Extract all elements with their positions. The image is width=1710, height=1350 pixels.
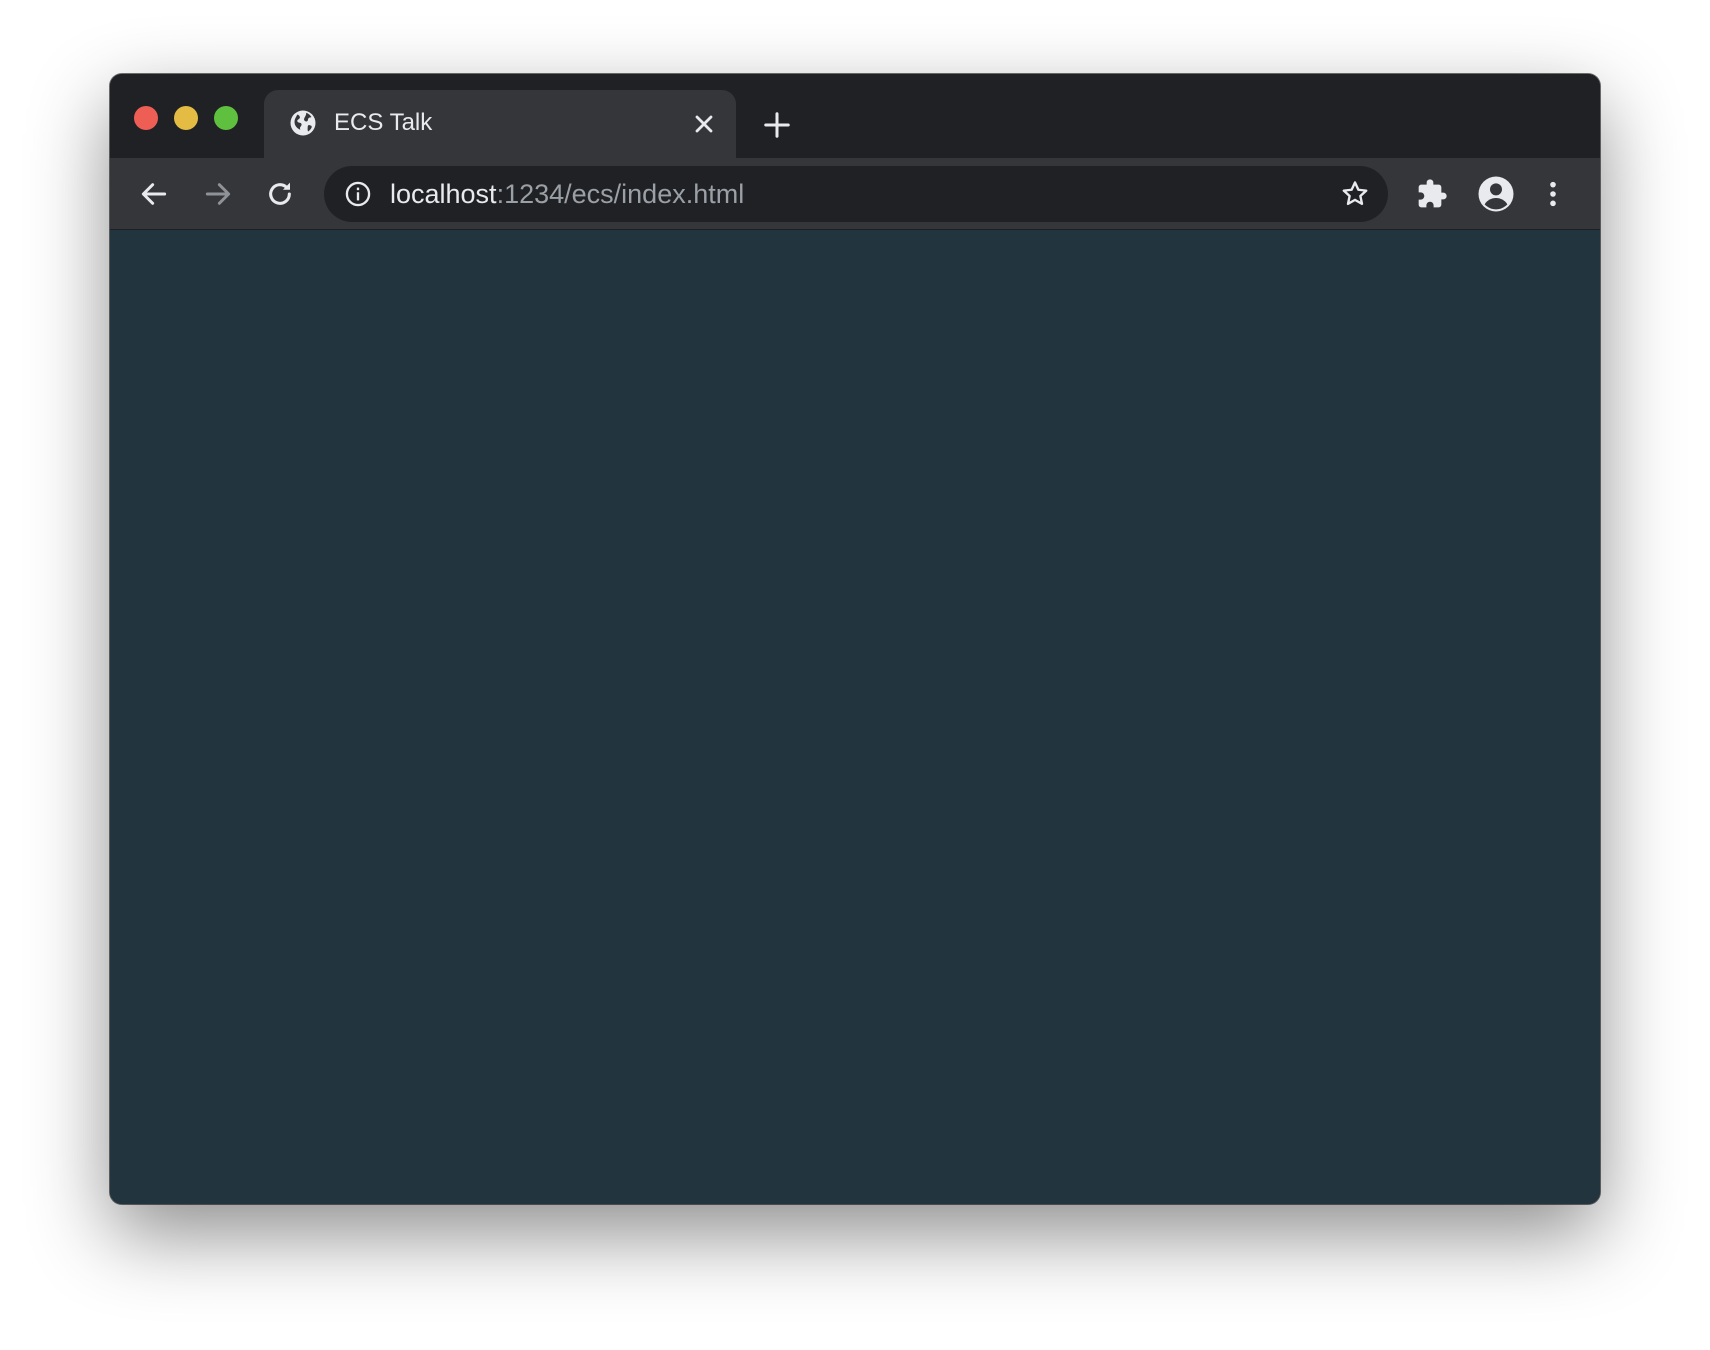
page-content[interactable] xyxy=(110,230,1600,1204)
url-path: :1234/ecs/index.html xyxy=(496,179,745,209)
more-menu-icon[interactable] xyxy=(1546,178,1560,210)
url-text: localhost:1234/ecs/index.html xyxy=(390,179,744,209)
globe-icon xyxy=(288,108,318,138)
bookmark-star-icon[interactable] xyxy=(1340,179,1370,209)
tab-strip: ECS Talk xyxy=(110,74,1600,158)
browser-window: ECS Talk localhost:1234/ecs/index.html xyxy=(110,74,1600,1204)
window-controls xyxy=(134,106,238,130)
back-button[interactable] xyxy=(138,178,170,210)
reload-button[interactable] xyxy=(264,178,296,210)
profile-avatar-icon[interactable] xyxy=(1476,174,1516,214)
toolbar: localhost:1234/ecs/index.html xyxy=(110,158,1600,230)
close-tab-icon[interactable] xyxy=(692,112,716,136)
address-bar[interactable]: localhost:1234/ecs/index.html xyxy=(324,166,1388,222)
maximize-window-button[interactable] xyxy=(214,106,238,130)
close-window-button[interactable] xyxy=(134,106,158,130)
forward-button[interactable] xyxy=(202,178,234,210)
minimize-window-button[interactable] xyxy=(174,106,198,130)
url-host: localhost xyxy=(390,179,497,209)
extensions-puzzle-icon[interactable] xyxy=(1416,178,1448,210)
tab-ecs-talk[interactable]: ECS Talk xyxy=(264,90,736,158)
tab-title: ECS Talk xyxy=(334,109,433,136)
site-info-icon[interactable] xyxy=(344,180,372,208)
new-tab-button[interactable] xyxy=(762,110,792,140)
